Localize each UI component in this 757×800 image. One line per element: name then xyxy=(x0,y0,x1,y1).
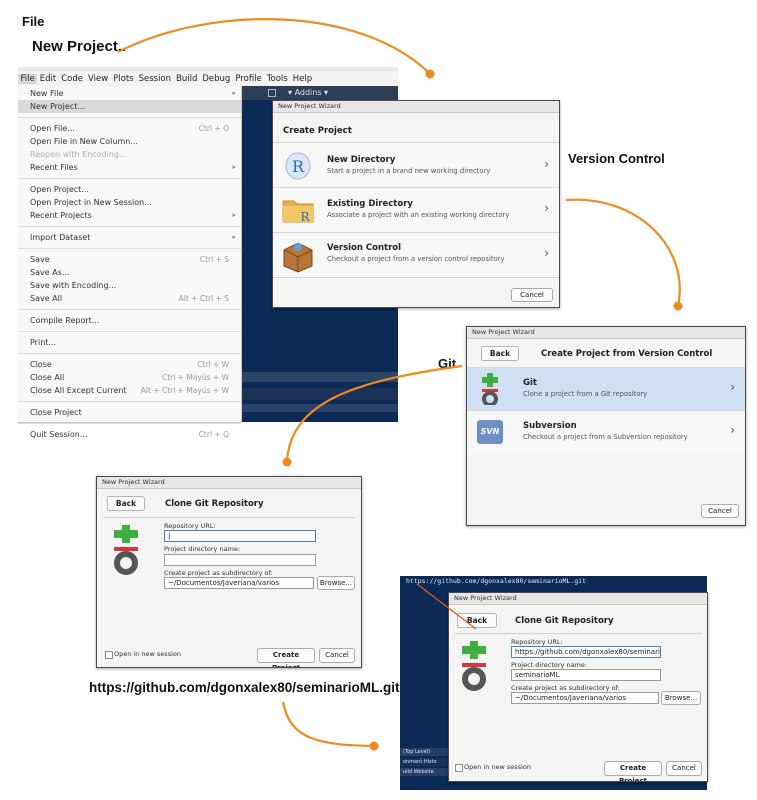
arrow-dot xyxy=(425,69,435,79)
arrow-dot xyxy=(282,457,292,467)
callout-arrows xyxy=(117,18,683,751)
arrow-version-control xyxy=(565,198,681,307)
url-pointer-line xyxy=(416,583,477,630)
arrow-repo-url xyxy=(281,701,375,748)
arrow-new-project xyxy=(117,18,431,75)
arrow-dot xyxy=(673,301,683,311)
arrow-dot xyxy=(369,741,379,751)
arrow-git xyxy=(285,364,463,463)
